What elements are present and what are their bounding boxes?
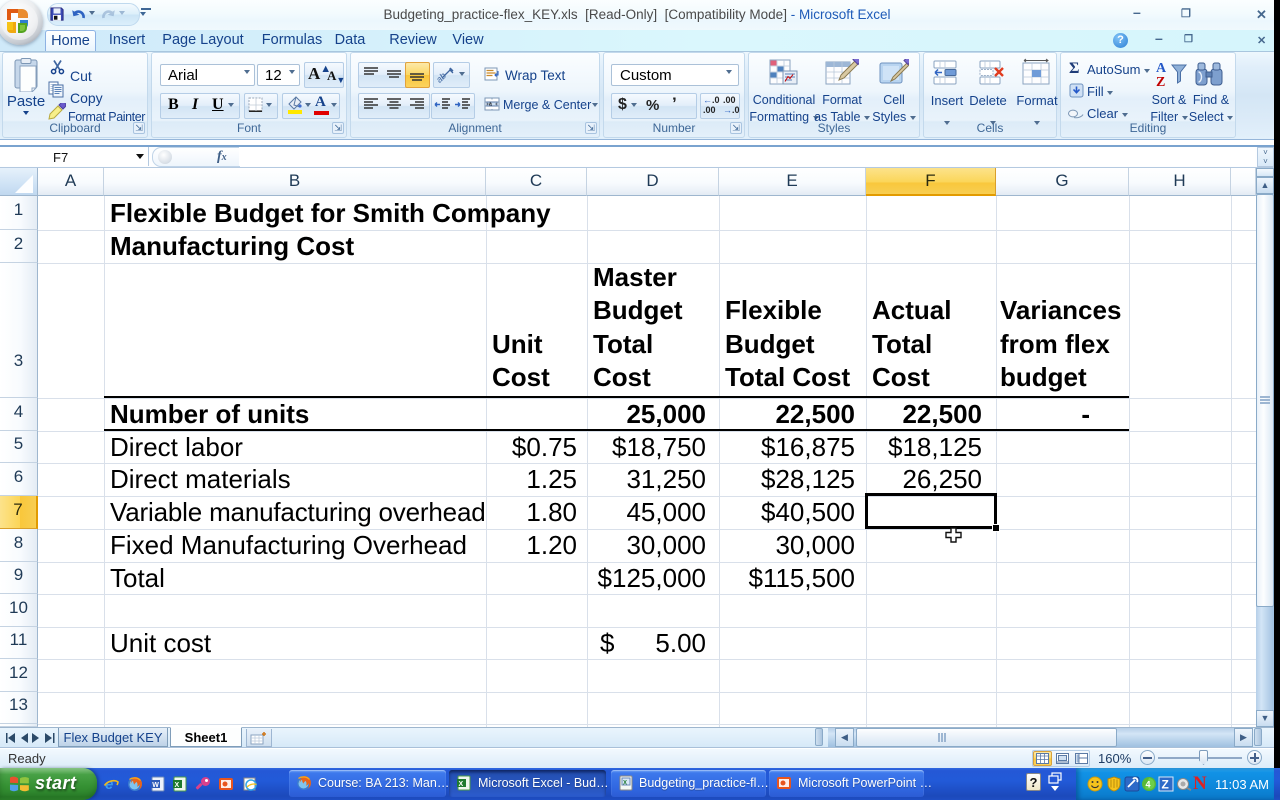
svg-text:4: 4 xyxy=(1146,780,1151,790)
svg-text:A: A xyxy=(1156,61,1167,76)
svg-text:X: X xyxy=(175,782,180,789)
svg-text:X: X xyxy=(459,781,464,788)
svg-text:Z: Z xyxy=(1162,778,1169,792)
svg-text:X: X xyxy=(623,781,627,787)
svg-text:Z: Z xyxy=(1156,75,1165,89)
svg-text:a: a xyxy=(489,102,492,108)
svg-text:W: W xyxy=(152,782,159,789)
